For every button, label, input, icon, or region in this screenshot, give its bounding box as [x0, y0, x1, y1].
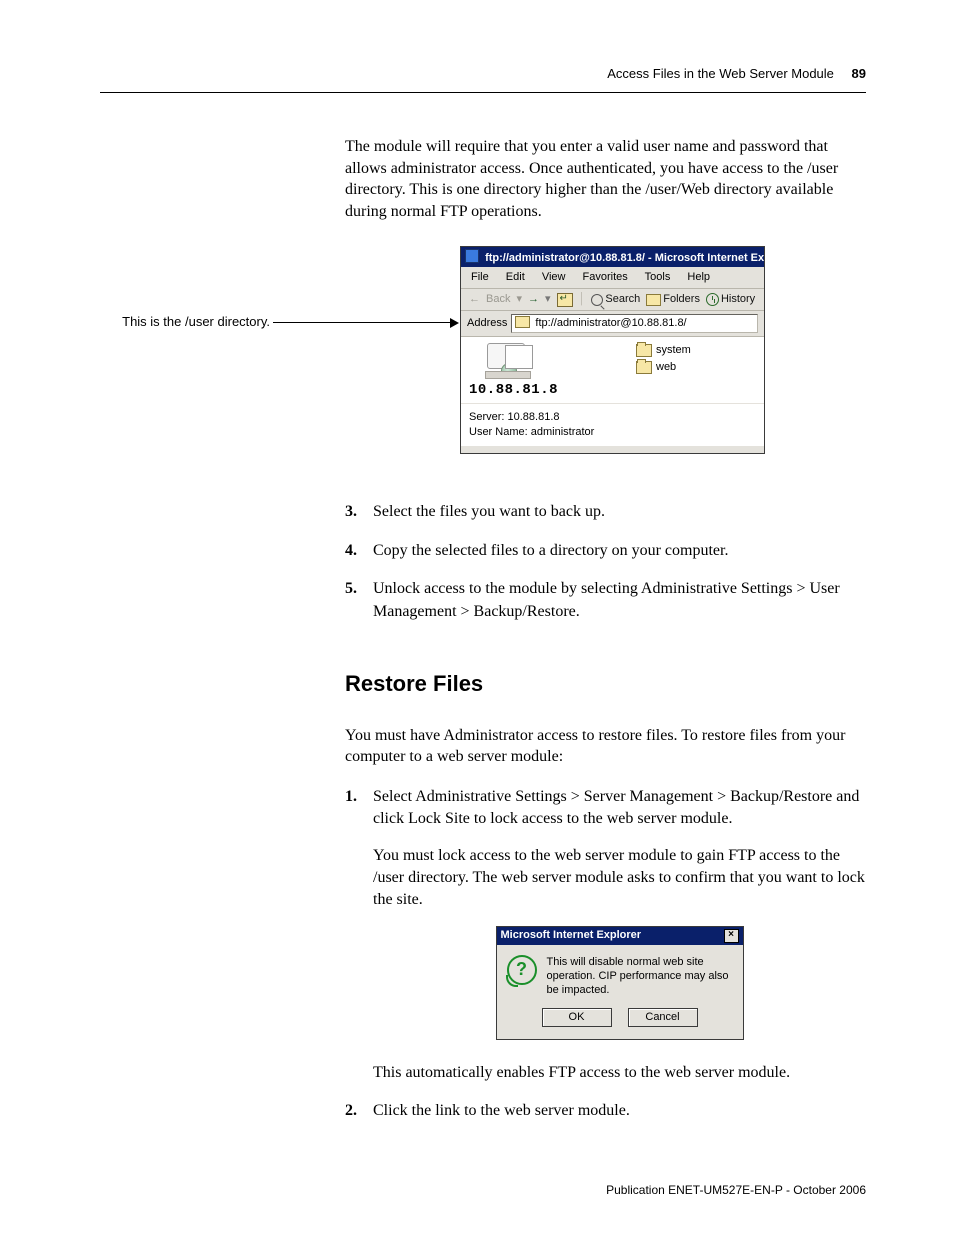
- callout-leader-line: [273, 322, 451, 323]
- menu-favorites[interactable]: Favorites: [583, 271, 628, 283]
- history-label: History: [721, 292, 755, 307]
- server-ip-label: 10.88.81.8: [469, 381, 549, 400]
- dialog-title: Microsoft Internet Explorer: [501, 928, 642, 943]
- address-bar: Address ftp://administrator@10.88.81.8/: [461, 311, 764, 337]
- back-button[interactable]: Back: [486, 292, 510, 307]
- menu-bar: File Edit View Favorites Tools Help: [461, 267, 764, 289]
- dialog-title-bar: Microsoft Internet Explorer ×: [497, 927, 743, 945]
- confirm-dialog: Microsoft Internet Explorer × ? This wil…: [496, 926, 744, 1040]
- question-icon: ?: [507, 955, 537, 985]
- browser-toolbar: Back ▾ ▾ │ Search Folders History: [461, 289, 764, 311]
- status-server: Server: 10.88.81.8: [469, 410, 756, 425]
- dialog-body: ? This will disable normal web site oper…: [497, 945, 743, 1004]
- ftp-screenshot-figure: This is the /user directory. ftp://admin…: [345, 246, 866, 471]
- forward-arrow-icon[interactable]: [528, 292, 539, 307]
- app-icon: [465, 249, 479, 263]
- browser-content-pane: 10.88.81.8 system web: [461, 337, 764, 403]
- address-input[interactable]: ftp://administrator@10.88.81.8/: [511, 314, 758, 333]
- content-column: The module will require that you enter a…: [345, 136, 866, 1139]
- search-icon: [591, 294, 603, 306]
- publication-footer: Publication ENET-UM527E-EN-P - October 2…: [606, 1183, 866, 1197]
- step-1-text: Select Administrative Settings > Server …: [373, 788, 859, 827]
- page-number: 89: [852, 66, 866, 81]
- search-button[interactable]: Search: [591, 292, 640, 307]
- toolbar-separator: │: [579, 292, 586, 307]
- computer-base-icon: [485, 371, 531, 379]
- back-arrow-icon: [469, 292, 480, 307]
- status-panel: Server: 10.88.81.8 User Name: administra…: [461, 403, 764, 446]
- folder-web[interactable]: web: [636, 360, 691, 375]
- menu-view[interactable]: View: [542, 271, 566, 283]
- step-2: Click the link to the web server module.: [345, 1100, 866, 1122]
- folders-button[interactable]: Folders: [646, 292, 700, 307]
- step-3: Select the files you want to back up.: [345, 501, 866, 523]
- search-label: Search: [605, 292, 640, 307]
- folder-listing: system web: [636, 343, 691, 377]
- chapter-title: Access Files in the Web Server Module: [607, 66, 834, 81]
- menu-help[interactable]: Help: [687, 271, 710, 283]
- dialog-buttons: OK Cancel: [497, 1004, 743, 1039]
- step-1: Select Administrative Settings > Server …: [345, 786, 866, 1085]
- step-1-result: This automatically enables FTP access to…: [373, 1062, 866, 1084]
- folder-name: web: [656, 360, 676, 375]
- computer-icon: [483, 343, 535, 379]
- intro-paragraph: The module will require that you enter a…: [345, 136, 866, 222]
- header-rule: [100, 92, 866, 93]
- confirm-dialog-figure: Microsoft Internet Explorer × ? This wil…: [373, 926, 866, 1040]
- step-5: Unlock access to the module by selecting…: [345, 578, 866, 623]
- restore-steps-list: Select Administrative Settings > Server …: [345, 786, 866, 1123]
- ok-button[interactable]: OK: [542, 1008, 612, 1027]
- restore-intro-paragraph: You must have Administrator access to re…: [345, 725, 866, 768]
- up-directory-icon[interactable]: [557, 293, 573, 307]
- callout-text: This is the /user directory.: [100, 313, 270, 331]
- forward-dropdown-icon[interactable]: ▾: [545, 292, 551, 307]
- backup-steps-list: Select the files you want to back up. Co…: [345, 501, 866, 623]
- cancel-button[interactable]: Cancel: [628, 1008, 698, 1027]
- step-4: Copy the selected files to a directory o…: [345, 540, 866, 562]
- address-folder-icon: [515, 316, 530, 328]
- step-1-note: You must lock access to the web server m…: [373, 845, 866, 912]
- page-header: Access Files in the Web Server Module 89: [100, 66, 866, 81]
- dialog-message: This will disable normal web site operat…: [547, 955, 733, 998]
- status-user: User Name: administrator: [469, 425, 756, 440]
- folders-label: Folders: [663, 292, 700, 307]
- folder-name: system: [656, 343, 691, 358]
- back-dropdown-icon[interactable]: ▾: [516, 292, 522, 307]
- folders-icon: [646, 294, 661, 306]
- browser-window: ftp://administrator@10.88.81.8/ - Micros…: [460, 246, 765, 454]
- menu-tools[interactable]: Tools: [645, 271, 671, 283]
- callout-arrow-icon: [450, 318, 459, 328]
- restore-files-heading: Restore Files: [345, 669, 866, 699]
- address-label: Address: [467, 316, 507, 331]
- history-button[interactable]: History: [706, 292, 755, 307]
- window-title: ftp://administrator@10.88.81.8/ - Micros…: [485, 252, 764, 264]
- window-title-bar: ftp://administrator@10.88.81.8/ - Micros…: [461, 247, 764, 267]
- menu-edit[interactable]: Edit: [506, 271, 525, 283]
- folder-icon: [636, 344, 652, 357]
- history-icon: [706, 293, 719, 306]
- server-icon-block: 10.88.81.8: [469, 343, 549, 400]
- folder-icon: [636, 361, 652, 374]
- menu-file[interactable]: File: [471, 271, 489, 283]
- folder-system[interactable]: system: [636, 343, 691, 358]
- address-value: ftp://administrator@10.88.81.8/: [535, 317, 686, 329]
- dialog-close-button[interactable]: ×: [724, 929, 739, 943]
